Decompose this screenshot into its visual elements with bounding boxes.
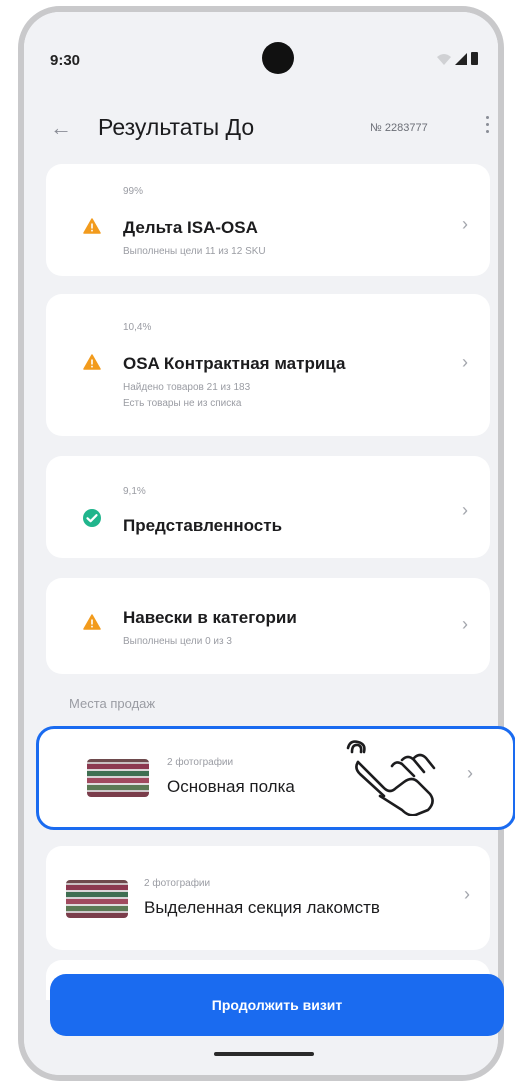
chevron-right-icon: › <box>462 614 468 634</box>
metric-card-hangers[interactable]: Навески в категории Выполнены цели 0 из … <box>46 578 490 674</box>
metric-percent: 99% <box>123 186 144 197</box>
photo-count: 2 фотографии <box>144 878 211 889</box>
shelf-photo-thumbnail <box>66 880 128 918</box>
sales-place-name: Основная полка <box>167 777 295 796</box>
more-vertical-icon[interactable] <box>484 116 490 138</box>
home-indicator <box>214 1052 314 1056</box>
warning-triangle-icon <box>83 218 101 234</box>
warning-triangle-icon <box>83 614 101 630</box>
signal-icon <box>455 53 467 65</box>
metric-title: Дельта ISA-OSA <box>123 218 258 237</box>
chevron-right-icon: › <box>462 500 468 520</box>
status-time: 9:30 <box>50 52 81 69</box>
app-bar: ← Результаты До № 2283777 <box>24 100 498 156</box>
chevron-right-icon: › <box>462 352 468 372</box>
metric-subtitle: Выполнены цели 11 из 12 SKU <box>123 246 266 257</box>
metric-percent: 10,4% <box>123 322 152 333</box>
warning-triangle-icon <box>83 354 101 370</box>
check-circle-icon <box>83 509 101 527</box>
metric-subtitle: Найдено товаров 21 из 183 <box>123 382 251 393</box>
chevron-right-icon: › <box>464 884 470 904</box>
metric-title: Представленность <box>123 516 283 535</box>
photo-count: 2 фотографии <box>167 757 234 768</box>
battery-icon <box>471 52 478 65</box>
chevron-right-icon: › <box>462 214 468 234</box>
order-number: № 2283777 <box>370 122 428 134</box>
metric-percent: 9,1% <box>123 486 146 497</box>
shelf-photo-thumbnail <box>87 759 149 797</box>
sales-place-card-treats-section[interactable]: 2 фотографии Выделенная секция лакомств … <box>46 846 490 950</box>
status-icons <box>437 52 478 65</box>
metric-card-representation[interactable]: 9,1% Представленность › <box>46 456 490 558</box>
status-bar: 9:30 <box>24 12 498 108</box>
chevron-right-icon: › <box>467 763 473 783</box>
arrow-left-icon[interactable]: ← <box>50 116 74 140</box>
metric-card-osa[interactable]: 10,4% OSA Контрактная матрица Найдено то… <box>46 294 490 436</box>
metric-subtitle-extra: Есть товары не из списка <box>123 398 242 409</box>
hand-tap-icon <box>346 740 436 816</box>
metric-title: Навески в категории <box>123 608 297 627</box>
page-title: Результаты До <box>98 114 255 140</box>
metric-title: OSA Контрактная матрица <box>123 354 346 373</box>
camera-cutout <box>262 42 294 74</box>
section-label-sales-places: Места продаж <box>69 696 156 711</box>
continue-visit-button[interactable]: Продолжить визит <box>50 974 504 1036</box>
sales-place-name: Выделенная секция лакомств <box>144 898 380 917</box>
metric-subtitle: Выполнены цели 0 из 3 <box>123 636 232 647</box>
metric-card-delta[interactable]: 99% Дельта ISA-OSA Выполнены цели 11 из … <box>46 164 490 276</box>
wifi-icon <box>437 54 451 65</box>
